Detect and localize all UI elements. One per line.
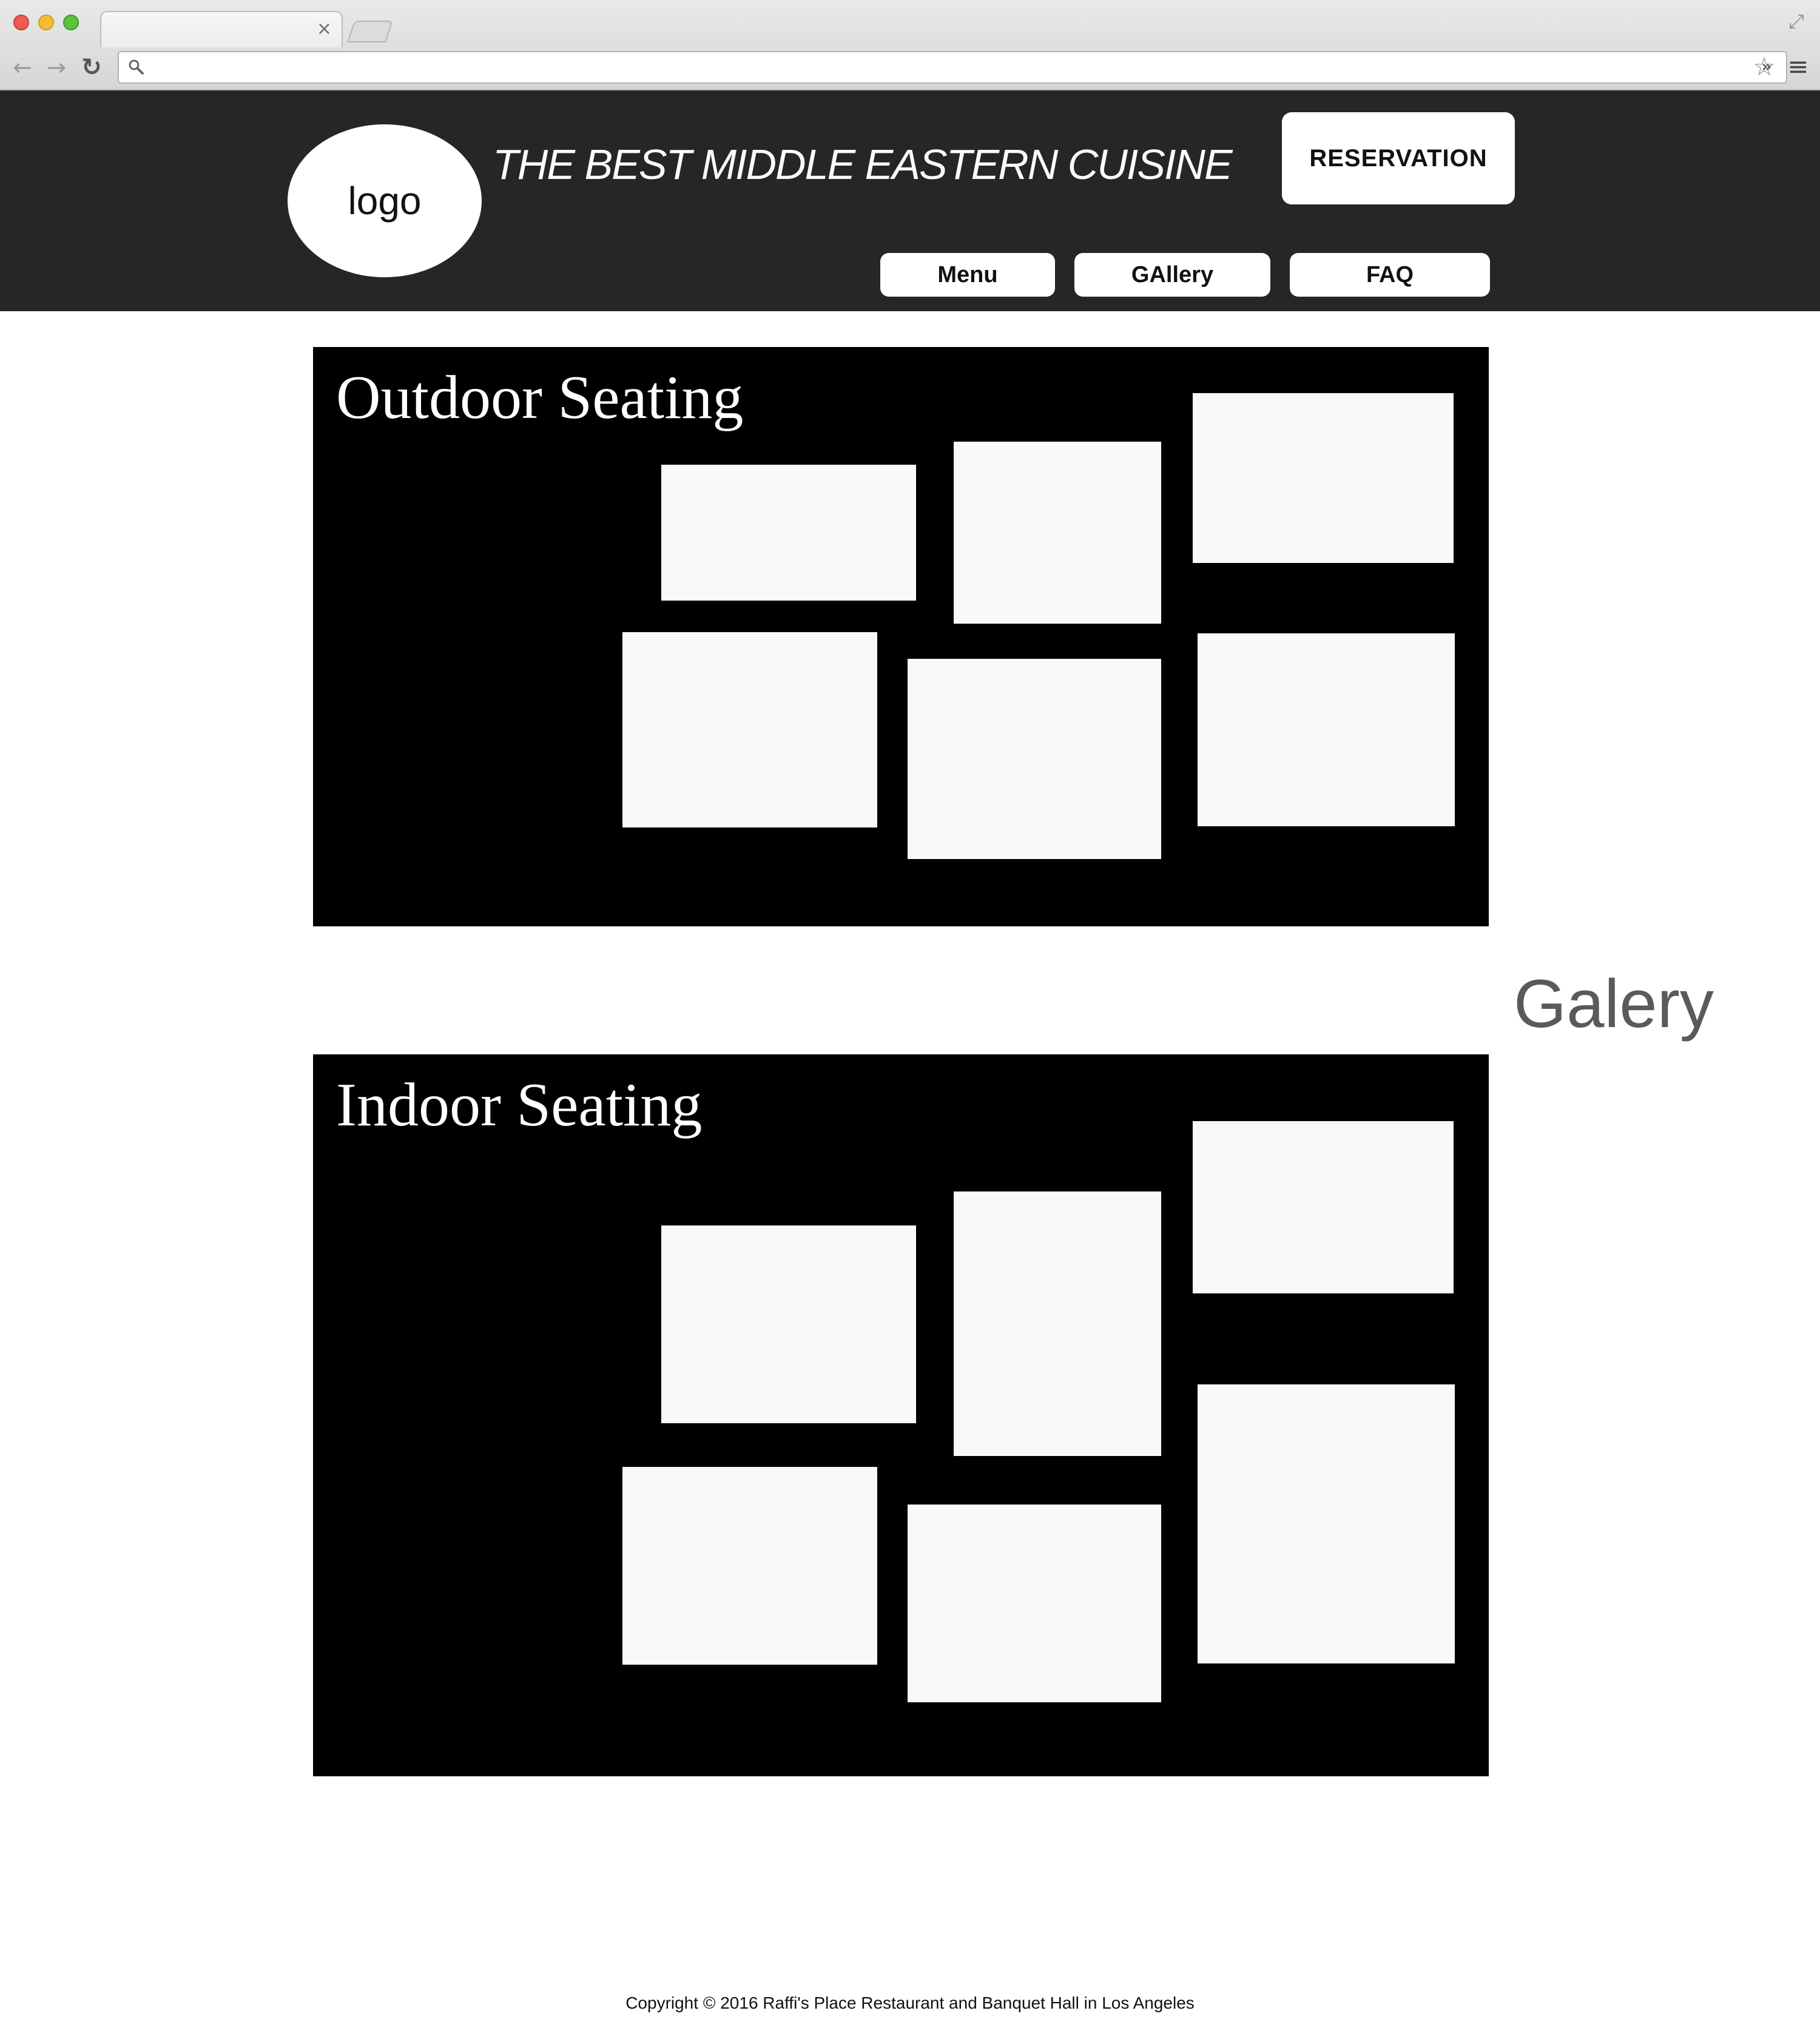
reservation-button[interactable]: RESERVATION: [1282, 112, 1515, 204]
window-close-button[interactable]: [13, 15, 29, 30]
footer-copyright: Copyright © 2016 Raffi's Place Restauran…: [625, 1993, 1195, 2012]
gallery-photo[interactable]: [1198, 1384, 1455, 1663]
gallery-photo[interactable]: [1193, 393, 1454, 563]
chevron-double-right-icon[interactable]: »: [1758, 56, 1775, 78]
site-header: logo THE BEST MIDDLE EASTERN CUISINE RES…: [0, 90, 1820, 311]
hamburger-menu-icon[interactable]: ≡: [1786, 53, 1810, 80]
expand-icon[interactable]: ⤢: [1786, 11, 1807, 32]
outdoor-seating-section: Outdoor Seating: [313, 347, 1489, 926]
gallery-photo[interactable]: [908, 659, 1161, 859]
nav-faq-button[interactable]: FAQ: [1290, 253, 1490, 297]
new-tab-button[interactable]: [347, 21, 393, 42]
section-title: Outdoor Seating: [336, 363, 744, 432]
gallery-photo[interactable]: [954, 1191, 1161, 1456]
gallery-photo[interactable]: [622, 632, 877, 827]
browser-tab-active[interactable]: ×: [100, 11, 343, 47]
gallery-photo[interactable]: [1198, 633, 1455, 826]
window-minimize-button[interactable]: [38, 15, 54, 30]
gallery-photo[interactable]: [1193, 1121, 1454, 1293]
reload-icon[interactable]: ↻: [78, 53, 106, 81]
gallery-photo[interactable]: [661, 465, 916, 601]
search-icon: [125, 56, 147, 78]
tab-close-icon[interactable]: ×: [317, 18, 332, 40]
gallery-photo[interactable]: [954, 442, 1161, 624]
logo[interactable]: logo: [288, 124, 482, 277]
site-tagline: THE BEST MIDDLE EASTERN CUISINE: [493, 141, 1233, 188]
gallery-photo[interactable]: [622, 1467, 877, 1665]
gallery-photo[interactable]: [661, 1225, 916, 1423]
indoor-seating-section: Indoor Seating: [313, 1054, 1489, 1776]
nav-gallery-button[interactable]: GAllery: [1074, 253, 1270, 297]
gallery-heading: Galery: [1514, 966, 1714, 1042]
browser-chrome: × ⤢ ← → ↻ ☆ » ≡: [0, 0, 1820, 90]
back-arrow-icon[interactable]: ←: [8, 53, 36, 81]
nav-menu-button[interactable]: Menu: [880, 253, 1055, 297]
address-bar[interactable]: ☆: [118, 51, 1787, 84]
section-title: Indoor Seating: [336, 1071, 703, 1139]
gallery-photo[interactable]: [908, 1505, 1161, 1702]
window-zoom-button[interactable]: [63, 15, 79, 30]
forward-arrow-icon[interactable]: →: [42, 53, 70, 81]
address-input[interactable]: [153, 55, 1714, 81]
